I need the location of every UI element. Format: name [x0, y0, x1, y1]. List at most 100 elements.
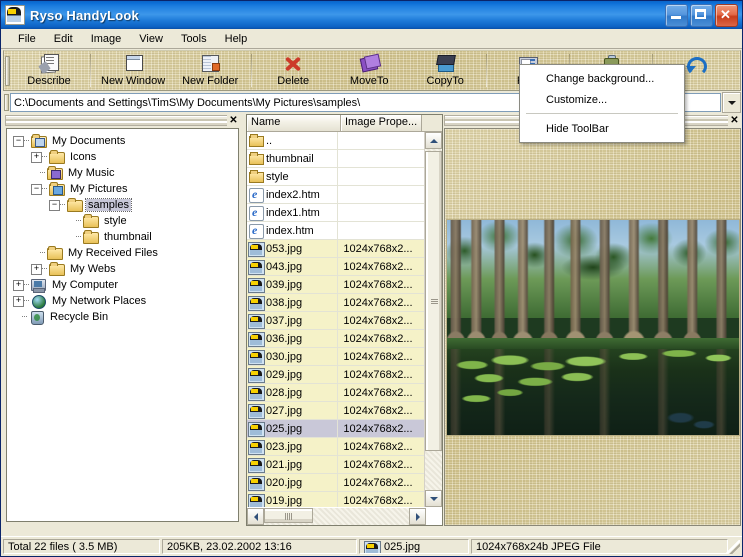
- table-row[interactable]: 023.jpg 1024x768x2...: [247, 438, 426, 456]
- toolbar-grip[interactable]: [4, 51, 11, 90]
- scrollbar-thumb[interactable]: [264, 508, 313, 523]
- menu-tools[interactable]: Tools: [172, 31, 216, 47]
- table-row[interactable]: index1.htm: [247, 204, 426, 222]
- toolbar-button-delete[interactable]: Delete: [255, 51, 331, 90]
- table-row[interactable]: 039.jpg 1024x768x2...: [247, 276, 426, 294]
- main-area: ✕ − My Documents + Icons My Music − My P…: [3, 114, 741, 526]
- folder-tree[interactable]: − My Documents + Icons My Music − My Pic…: [6, 128, 239, 522]
- title-bar: Ryso HandyLook ✕: [1, 1, 742, 29]
- file-list[interactable]: Name Image Prope... .. thumbnail style i…: [246, 114, 443, 526]
- resize-grip[interactable]: [726, 540, 740, 554]
- menu-image[interactable]: Image: [82, 31, 131, 47]
- table-row[interactable]: 043.jpg 1024x768x2...: [247, 258, 426, 276]
- tree-node-my-received-files[interactable]: My Received Files: [11, 245, 238, 261]
- tree-node-thumbnail[interactable]: thumbnail: [11, 229, 238, 245]
- scrollbar-track[interactable]: [425, 149, 442, 490]
- scrollbar-track[interactable]: [264, 508, 409, 525]
- tree-node-my-network-places[interactable]: + My Network Places: [11, 293, 238, 309]
- table-row[interactable]: 037.jpg 1024x768x2...: [247, 312, 426, 330]
- file-props: 1024x768x2...: [343, 368, 413, 381]
- tree-node-my-computer[interactable]: + My Computer: [11, 277, 238, 293]
- table-row[interactable]: 036.jpg 1024x768x2...: [247, 330, 426, 348]
- toolbar-label: MoveTo: [349, 75, 389, 87]
- preview-image[interactable]: [445, 218, 740, 436]
- tree-node-recycle-bin[interactable]: Recycle Bin: [11, 309, 238, 325]
- status-total-files: Total 22 files ( 3.5 MB): [3, 539, 160, 554]
- table-row[interactable]: thumbnail: [247, 150, 426, 168]
- minimize-button[interactable]: [665, 3, 688, 27]
- tree-node-my-webs[interactable]: + My Webs: [11, 261, 238, 277]
- folder-icon: [48, 150, 65, 164]
- expander-icon[interactable]: +: [13, 279, 24, 291]
- computer-icon: [30, 278, 47, 293]
- folder-tree-close-icon[interactable]: ✕: [227, 115, 240, 126]
- scroll-down-button[interactable]: [425, 490, 442, 507]
- tree-node-icons[interactable]: + Icons: [11, 149, 238, 165]
- file-props: 1024x768x2...: [343, 494, 413, 507]
- expander-icon[interactable]: −: [49, 199, 60, 211]
- column-header-name[interactable]: Name: [247, 115, 341, 131]
- table-row[interactable]: 028.jpg 1024x768x2...: [247, 384, 426, 402]
- grip-icon: [431, 298, 438, 304]
- expander-icon[interactable]: +: [31, 151, 42, 163]
- table-row[interactable]: 030.jpg 1024x768x2...: [247, 348, 426, 366]
- file-name: thumbnail: [266, 152, 314, 165]
- file-name: 029.jpg: [266, 368, 303, 381]
- table-row[interactable]: index.htm: [247, 222, 426, 240]
- table-row[interactable]: 027.jpg 1024x768x2...: [247, 402, 426, 420]
- expander-icon[interactable]: −: [31, 183, 42, 195]
- tree-node-label: style: [104, 215, 127, 227]
- delete-icon: [282, 54, 304, 74]
- table-row[interactable]: 020.jpg 1024x768x2...: [247, 474, 426, 492]
- scroll-right-button[interactable]: [409, 508, 426, 525]
- context-menu-item-customize[interactable]: Customize...: [520, 89, 684, 110]
- tree-node-label: My Network Places: [52, 295, 147, 307]
- expander-icon[interactable]: +: [13, 295, 24, 307]
- maximize-button[interactable]: [690, 3, 713, 27]
- folder-tree-grip[interactable]: [5, 115, 227, 126]
- toolbar-button-move-to[interactable]: MoveTo: [331, 51, 407, 90]
- file-list-horizontal-scrollbar[interactable]: [247, 508, 426, 525]
- expander-icon[interactable]: −: [13, 135, 24, 147]
- menu-file[interactable]: File: [9, 31, 45, 47]
- close-button[interactable]: ✕: [715, 3, 738, 27]
- table-row[interactable]: 029.jpg 1024x768x2...: [247, 366, 426, 384]
- scroll-up-button[interactable]: [425, 132, 442, 149]
- address-dropdown-button[interactable]: [722, 92, 741, 113]
- menu-help[interactable]: Help: [216, 31, 257, 47]
- expander-icon[interactable]: +: [31, 263, 42, 275]
- context-menu-item-change-background[interactable]: Change background...: [520, 68, 684, 89]
- tree-node-my-documents[interactable]: − My Documents: [11, 133, 238, 149]
- table-row-selected[interactable]: 025.jpg 1024x768x2...: [247, 420, 426, 438]
- preview-area[interactable]: [444, 128, 741, 526]
- file-name: 028.jpg: [266, 386, 303, 399]
- table-row[interactable]: 038.jpg 1024x768x2...: [247, 294, 426, 312]
- toolbar-button-new-folder[interactable]: New Folder: [172, 51, 248, 90]
- toolbar-button-new-window[interactable]: New Window: [94, 51, 172, 90]
- toolbar-button-describe[interactable]: Describe: [11, 51, 87, 90]
- toolbar-button-copy-to[interactable]: CopyTo: [407, 51, 483, 90]
- table-row[interactable]: 053.jpg 1024x768x2...: [247, 240, 426, 258]
- tree-node-my-music[interactable]: My Music: [11, 165, 238, 181]
- file-list-vertical-scrollbar[interactable]: [424, 132, 442, 507]
- table-row[interactable]: style: [247, 168, 426, 186]
- menu-view[interactable]: View: [130, 31, 172, 47]
- table-row[interactable]: 021.jpg 1024x768x2...: [247, 456, 426, 474]
- menu-edit[interactable]: Edit: [45, 31, 82, 47]
- context-menu-item-hide-toolbar[interactable]: Hide ToolBar: [520, 118, 684, 139]
- column-header-image-properties[interactable]: Image Prope...: [341, 115, 422, 131]
- file-name: style: [266, 170, 289, 183]
- address-bar-grip[interactable]: [3, 94, 10, 111]
- scrollbar-thumb[interactable]: [425, 151, 442, 451]
- tree-node-style[interactable]: style: [11, 213, 238, 229]
- table-row[interactable]: index2.htm: [247, 186, 426, 204]
- table-row[interactable]: 019.jpg 1024x768x2...: [247, 492, 426, 507]
- tree-node-my-pictures[interactable]: − My Pictures: [11, 181, 238, 197]
- preview-close-icon[interactable]: ✕: [728, 115, 741, 126]
- toolbar-label: Describe: [27, 75, 71, 87]
- table-row[interactable]: ..: [247, 132, 426, 150]
- tree-node-samples[interactable]: − samples: [11, 197, 238, 213]
- scroll-left-button[interactable]: [247, 508, 264, 525]
